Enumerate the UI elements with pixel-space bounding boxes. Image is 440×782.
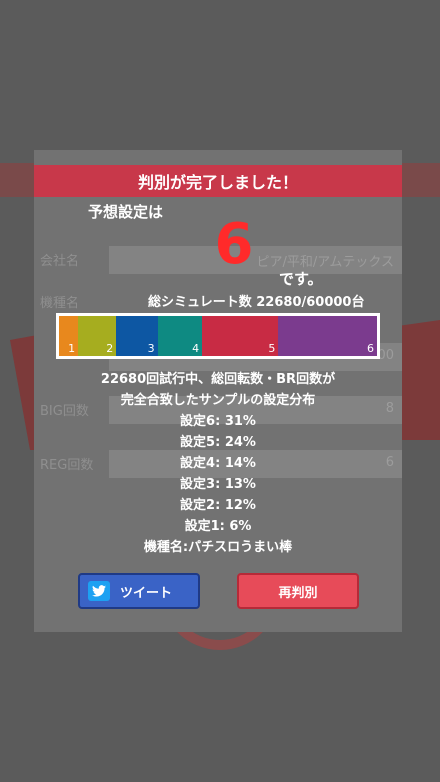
stats-line: 設定1: 6% xyxy=(184,519,252,534)
distribution-segment-label: 4 xyxy=(192,342,200,355)
distribution-segment: 5 xyxy=(202,316,279,356)
distribution-segment: 3 xyxy=(116,316,158,356)
distribution-segment-label: 3 xyxy=(147,342,155,355)
tweet-button[interactable]: ツイート xyxy=(78,573,200,609)
twitter-bird-icon xyxy=(88,581,110,601)
prediction-label: 予想設定は xyxy=(88,203,164,221)
stats-line: 設定4: 14% xyxy=(180,456,256,471)
distribution-segment-label: 2 xyxy=(106,342,114,355)
distribution-segment: 6 xyxy=(278,316,377,356)
distribution-stats: 22680回試行中、総回転数・BR回数が 完全合致したサンプルの設定分布 設定6: … xyxy=(34,369,402,558)
distribution-segment-label: 1 xyxy=(68,342,76,355)
rejudge-button-label: 再判別 xyxy=(278,585,318,601)
prediction-value: 6 xyxy=(214,212,254,277)
stats-line: 機種名:パチスロうまい棒 xyxy=(143,540,293,555)
rejudge-button[interactable]: 再判別 xyxy=(237,573,359,609)
dialog-title: 判別が完了しました！ xyxy=(34,165,402,197)
setting-distribution-bar: 1 2 3 4 5 6 xyxy=(56,313,380,359)
stats-line: 22680回試行中、総回転数・BR回数が xyxy=(100,372,336,387)
tweet-button-label: ツイート xyxy=(119,585,172,601)
result-dialog: 会社名 ピア/平和/アムテックス 機種名 00 BIG回数 8 REG回数 6 … xyxy=(34,150,402,632)
simulation-total: 総シミュレート数 22680/60000台 xyxy=(148,295,365,310)
prediction-suffix: です。 xyxy=(279,270,323,288)
distribution-segment-label: 5 xyxy=(268,342,276,355)
distribution-segment: 2 xyxy=(78,316,117,356)
stats-line: 設定5: 24% xyxy=(180,435,256,450)
distribution-segment-label: 6 xyxy=(366,342,374,355)
model-label: 機種名 xyxy=(40,296,80,311)
distribution-segment: 4 xyxy=(157,316,203,356)
stats-line: 完全合致したサンプルの設定分布 xyxy=(120,393,316,408)
stats-line: 設定2: 12% xyxy=(180,498,256,513)
company-label: 会社名 xyxy=(40,254,80,269)
stats-line: 設定3: 13% xyxy=(180,477,256,492)
distribution-segment: 1 xyxy=(59,316,79,356)
stats-line: 設定6: 31% xyxy=(180,414,256,429)
